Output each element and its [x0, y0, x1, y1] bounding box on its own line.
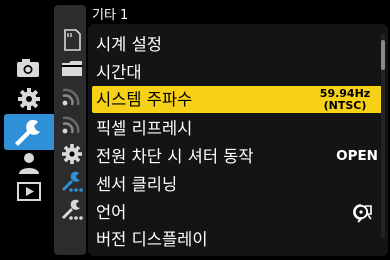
menu-item-label: 버전 디스플레이 — [96, 230, 208, 249]
scrollbar[interactable] — [381, 34, 385, 238]
menu-item-time-zone[interactable]: 시간대 — [92, 59, 384, 86]
menu-item-label: 시간대 — [96, 63, 142, 82]
wrench-icon[interactable] — [10, 118, 40, 146]
camera-menu-screen: 기타 1 시계 설정 시간대 시스템 주파수 59.94Hz (NTSC) 픽셀… — [0, 0, 390, 260]
menu-item-label: 시계 설정 — [96, 35, 162, 54]
menu-item-pixel-refresh[interactable]: 픽셀 리프레시 — [92, 115, 384, 142]
wrench-dots-icon[interactable] — [60, 198, 84, 222]
menu-item-shutter-at-power-off[interactable]: 전원 차단 시 셔터 동작 OPEN — [92, 143, 384, 170]
language-icon — [352, 202, 374, 224]
scrollbar-thumb[interactable] — [381, 40, 385, 70]
wireless-2-icon[interactable] — [60, 112, 84, 136]
gear-icon[interactable] — [12, 86, 42, 112]
person-icon[interactable] — [12, 150, 42, 176]
card-icon[interactable] — [60, 28, 84, 52]
menu-item-label: 전원 차단 시 셔터 동작 — [96, 147, 254, 166]
menu-item-label: 언어 — [96, 203, 127, 222]
menu-item-value: OPEN — [336, 148, 378, 164]
tab-column — [50, 0, 88, 260]
playback-icon[interactable] — [12, 180, 42, 206]
menu-item-label: 픽셀 리프레시 — [96, 119, 193, 138]
menu-item-clock-set[interactable]: 시계 설정 — [92, 31, 384, 58]
menu-item-label: 센서 클리닝 — [96, 175, 178, 194]
folder-icon[interactable] — [60, 56, 84, 80]
menu-title: 기타 1 — [92, 8, 129, 23]
category-column — [0, 0, 56, 260]
menu-item-sensor-cleaning[interactable]: 센서 클리닝 — [92, 171, 384, 198]
menu-item-system-frequency[interactable]: 시스템 주파수 59.94Hz (NTSC) — [92, 86, 384, 113]
menu-item-label: 시스템 주파수 — [96, 90, 193, 109]
camera-icon[interactable] — [12, 56, 42, 82]
wireless-1-icon[interactable] — [60, 84, 84, 108]
frequency-standard: (NTSC) — [323, 99, 367, 112]
menu-item-language[interactable]: 언어 — [92, 199, 384, 226]
menu-item-value: 59.94Hz (NTSC) — [310, 88, 380, 112]
menu-item-version-display[interactable]: 버전 디스플레이 — [92, 226, 384, 253]
gear-icon[interactable] — [60, 142, 84, 166]
wrench-dots-icon[interactable] — [60, 170, 84, 194]
